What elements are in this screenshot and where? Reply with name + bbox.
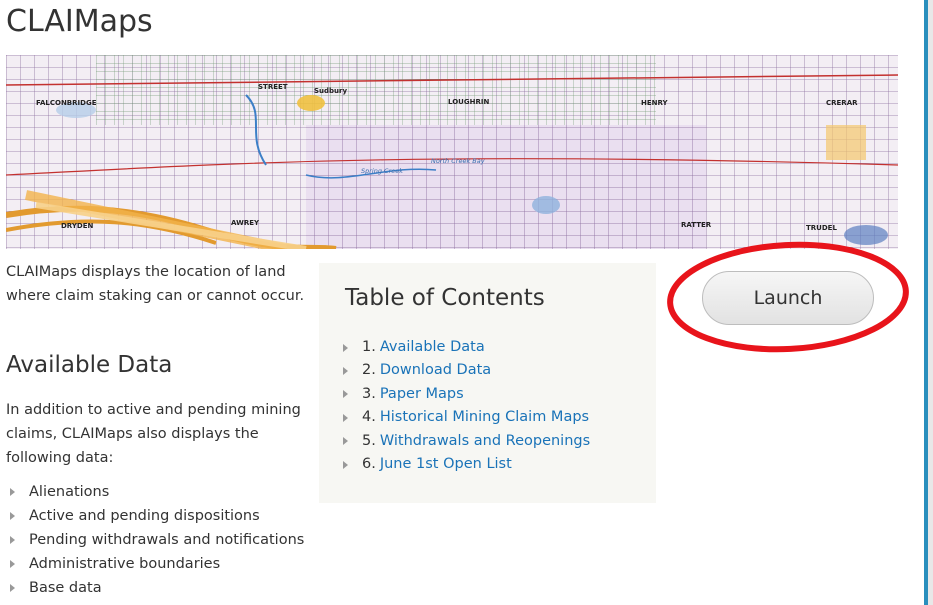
available-data-list: Alienations Active and pending dispositi… — [6, 480, 304, 600]
svg-text:RATTER: RATTER — [681, 221, 712, 229]
bullet-arrow-icon — [10, 512, 15, 520]
bullet-arrow-icon — [343, 437, 348, 446]
toc-item-number: 4. — [362, 409, 376, 426]
page-scroll-strip — [928, 0, 933, 605]
bullet-arrow-icon — [343, 367, 348, 376]
toc-item-number: 5. — [362, 432, 376, 449]
toc-link-paper-maps[interactable]: Paper Maps — [380, 383, 464, 406]
toc-list: 1. Available Data 2. Download Data 3. Paper… — [339, 336, 590, 476]
available-data-heading: Available Data — [6, 352, 173, 378]
svg-text:DRYDEN: DRYDEN — [61, 222, 93, 230]
list-item-label: Pending withdrawals and notifications — [29, 532, 305, 548]
launch-button[interactable]: Launch — [702, 271, 874, 325]
list-item-label: Base data — [29, 580, 102, 596]
bullet-arrow-icon — [10, 584, 15, 592]
bullet-arrow-icon — [10, 560, 15, 568]
toc-item: 2. Download Data — [339, 359, 590, 382]
toc-link-download-data[interactable]: Download Data — [380, 359, 491, 382]
toc-item: 5. Withdrawals and Reopenings — [339, 430, 590, 453]
svg-text:HENRY: HENRY — [641, 99, 669, 107]
bullet-arrow-icon — [10, 488, 15, 496]
toc-item: 1. Available Data — [339, 336, 590, 359]
claim-map-banner: FALCONBRIDGE STREET Sudbury LOUGHRIN HEN… — [6, 55, 898, 249]
bullet-arrow-icon — [343, 390, 348, 399]
svg-text:CRERAR: CRERAR — [826, 99, 858, 107]
svg-text:Spring Creek: Spring Creek — [361, 167, 403, 175]
intro-text: CLAIMaps displays the location of land w… — [6, 264, 305, 304]
page-title: CLAIMaps — [6, 4, 153, 39]
list-item: Base data — [6, 576, 304, 600]
table-of-contents: Table of Contents 1. Available Data 2. Dow… — [319, 263, 656, 503]
svg-text:FALCONBRIDGE: FALCONBRIDGE — [36, 99, 97, 107]
list-item-label: Active and pending dispositions — [29, 508, 260, 524]
toc-item-number: 2. — [362, 362, 376, 379]
bullet-arrow-icon — [343, 413, 348, 422]
available-data-intro: In addition to active and pending mining… — [6, 402, 301, 466]
svg-text:AWREY: AWREY — [231, 219, 260, 227]
list-item: Administrative boundaries — [6, 552, 304, 576]
toc-item: 3. Paper Maps — [339, 383, 590, 406]
svg-text:STREET: STREET — [258, 83, 288, 91]
toc-item: 6. June 1st Open List — [339, 453, 590, 476]
bullet-arrow-icon — [343, 343, 348, 352]
svg-text:TRUDEL: TRUDEL — [806, 224, 837, 232]
list-item-label: Administrative boundaries — [29, 556, 221, 572]
toc-link-historical-maps[interactable]: Historical Mining Claim Maps — [380, 406, 589, 429]
toc-item-number: 1. — [362, 339, 376, 355]
toc-item-number: 6. — [362, 455, 376, 472]
list-item: Alienations — [6, 480, 304, 504]
toc-link-withdrawals[interactable]: Withdrawals and Reopenings — [380, 430, 590, 453]
toc-link-available-data[interactable]: Available Data — [380, 336, 485, 359]
bullet-arrow-icon — [10, 536, 15, 544]
list-item-label: Alienations — [29, 484, 110, 500]
bullet-arrow-icon — [343, 460, 348, 469]
toc-item: 4. Historical Mining Claim Maps — [339, 406, 590, 429]
toc-title: Table of Contents — [345, 285, 545, 311]
svg-text:North Creek Bay: North Creek Bay — [431, 157, 485, 165]
toc-item-number: 3. — [362, 385, 376, 402]
svg-text:Sudbury: Sudbury — [314, 87, 347, 95]
list-item: Active and pending dispositions — [6, 504, 304, 528]
list-item: Pending withdrawals and notifications — [6, 528, 304, 552]
toc-link-open-list[interactable]: June 1st Open List — [380, 453, 512, 476]
svg-text:LOUGHRIN: LOUGHRIN — [448, 98, 489, 106]
